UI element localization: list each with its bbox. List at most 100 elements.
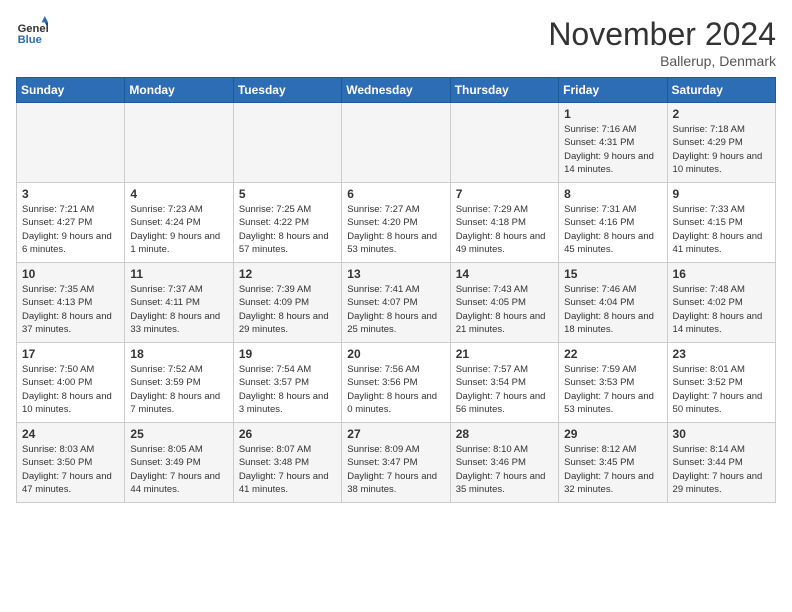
calendar-cell bbox=[125, 103, 233, 183]
calendar-cell bbox=[17, 103, 125, 183]
calendar-week-row: 10 Sunrise: 7:35 AMSunset: 4:13 PMDayligh… bbox=[17, 263, 776, 343]
day-number: 27 bbox=[347, 427, 444, 441]
calendar-cell: 29 Sunrise: 8:12 AMSunset: 3:45 PMDayligh… bbox=[559, 423, 667, 503]
day-number: 10 bbox=[22, 267, 119, 281]
day-info: Sunrise: 7:35 AMSunset: 4:13 PMDaylight:… bbox=[22, 283, 119, 336]
day-info: Sunrise: 7:37 AMSunset: 4:11 PMDaylight:… bbox=[130, 283, 227, 336]
day-number: 29 bbox=[564, 427, 661, 441]
day-info: Sunrise: 7:46 AMSunset: 4:04 PMDaylight:… bbox=[564, 283, 661, 336]
calendar-cell: 20 Sunrise: 7:56 AMSunset: 3:56 PMDayligh… bbox=[342, 343, 450, 423]
day-info: Sunrise: 8:05 AMSunset: 3:49 PMDaylight:… bbox=[130, 443, 227, 496]
day-info: Sunrise: 8:12 AMSunset: 3:45 PMDaylight:… bbox=[564, 443, 661, 496]
day-number: 17 bbox=[22, 347, 119, 361]
day-info: Sunrise: 7:48 AMSunset: 4:02 PMDaylight:… bbox=[673, 283, 770, 336]
logo: General Blue bbox=[16, 16, 48, 48]
day-info: Sunrise: 7:21 AMSunset: 4:27 PMDaylight:… bbox=[22, 203, 119, 256]
calendar-cell: 12 Sunrise: 7:39 AMSunset: 4:09 PMDayligh… bbox=[233, 263, 341, 343]
day-number: 21 bbox=[456, 347, 553, 361]
calendar-cell: 26 Sunrise: 8:07 AMSunset: 3:48 PMDayligh… bbox=[233, 423, 341, 503]
day-info: Sunrise: 8:01 AMSunset: 3:52 PMDaylight:… bbox=[673, 363, 770, 416]
weekday-header: Sunday bbox=[17, 78, 125, 103]
day-info: Sunrise: 7:31 AMSunset: 4:16 PMDaylight:… bbox=[564, 203, 661, 256]
day-info: Sunrise: 7:59 AMSunset: 3:53 PMDaylight:… bbox=[564, 363, 661, 416]
calendar-cell: 3 Sunrise: 7:21 AMSunset: 4:27 PMDaylight… bbox=[17, 183, 125, 263]
day-info: Sunrise: 8:09 AMSunset: 3:47 PMDaylight:… bbox=[347, 443, 444, 496]
day-number: 19 bbox=[239, 347, 336, 361]
day-info: Sunrise: 7:39 AMSunset: 4:09 PMDaylight:… bbox=[239, 283, 336, 336]
day-number: 30 bbox=[673, 427, 770, 441]
day-number: 2 bbox=[673, 107, 770, 121]
day-info: Sunrise: 7:50 AMSunset: 4:00 PMDaylight:… bbox=[22, 363, 119, 416]
day-number: 7 bbox=[456, 187, 553, 201]
calendar-week-row: 24Sunrise: 8:03 AMSunset: 3:50 PMDayligh… bbox=[17, 423, 776, 503]
calendar-cell: 11 Sunrise: 7:37 AMSunset: 4:11 PMDayligh… bbox=[125, 263, 233, 343]
day-number: 25 bbox=[130, 427, 227, 441]
day-number: 9 bbox=[673, 187, 770, 201]
day-number: 26 bbox=[239, 427, 336, 441]
day-number: 20 bbox=[347, 347, 444, 361]
calendar-cell: 14 Sunrise: 7:43 AMSunset: 4:05 PMDayligh… bbox=[450, 263, 558, 343]
svg-text:General: General bbox=[18, 23, 48, 35]
day-number: 12 bbox=[239, 267, 336, 281]
day-info: Sunrise: 7:18 AMSunset: 4:29 PMDaylight:… bbox=[673, 123, 770, 176]
day-number: 6 bbox=[347, 187, 444, 201]
day-number: 3 bbox=[22, 187, 119, 201]
weekday-header: Monday bbox=[125, 78, 233, 103]
calendar-cell: 7 Sunrise: 7:29 AMSunset: 4:18 PMDaylight… bbox=[450, 183, 558, 263]
calendar-cell: 17 Sunrise: 7:50 AMSunset: 4:00 PMDayligh… bbox=[17, 343, 125, 423]
calendar-week-row: 3 Sunrise: 7:21 AMSunset: 4:27 PMDaylight… bbox=[17, 183, 776, 263]
calendar-cell: 30 Sunrise: 8:14 AMSunset: 3:44 PMDayligh… bbox=[667, 423, 775, 503]
day-info: Sunrise: 7:33 AMSunset: 4:15 PMDaylight:… bbox=[673, 203, 770, 256]
calendar-cell: 28 Sunrise: 8:10 AMSunset: 3:46 PMDayligh… bbox=[450, 423, 558, 503]
day-info: Sunrise: 7:56 AMSunset: 3:56 PMDaylight:… bbox=[347, 363, 444, 416]
weekday-header: Thursday bbox=[450, 78, 558, 103]
calendar-cell: 25 Sunrise: 8:05 AMSunset: 3:49 PMDayligh… bbox=[125, 423, 233, 503]
day-info: Sunrise: 8:07 AMSunset: 3:48 PMDaylight:… bbox=[239, 443, 336, 496]
calendar-cell: 21 Sunrise: 7:57 AMSunset: 3:54 PMDayligh… bbox=[450, 343, 558, 423]
weekday-header: Tuesday bbox=[233, 78, 341, 103]
calendar-cell: 6 Sunrise: 7:27 AMSunset: 4:20 PMDaylight… bbox=[342, 183, 450, 263]
day-info: Sunrise: 8:14 AMSunset: 3:44 PMDaylight:… bbox=[673, 443, 770, 496]
day-info: Sunrise: 8:10 AMSunset: 3:46 PMDaylight:… bbox=[456, 443, 553, 496]
day-info: Sunrise: 7:52 AMSunset: 3:59 PMDaylight:… bbox=[130, 363, 227, 416]
day-info: Sunrise: 7:43 AMSunset: 4:05 PMDaylight:… bbox=[456, 283, 553, 336]
title-block: November 2024 Ballerup, Denmark bbox=[548, 16, 776, 69]
calendar-cell: 2 Sunrise: 7:18 AMSunset: 4:29 PMDaylight… bbox=[667, 103, 775, 183]
calendar-cell bbox=[342, 103, 450, 183]
calendar-cell: 16 Sunrise: 7:48 AMSunset: 4:02 PMDayligh… bbox=[667, 263, 775, 343]
weekday-header: Wednesday bbox=[342, 78, 450, 103]
day-number: 13 bbox=[347, 267, 444, 281]
calendar-cell: 8Sunrise: 7:31 AMSunset: 4:16 PMDaylight… bbox=[559, 183, 667, 263]
calendar-cell: 27 Sunrise: 8:09 AMSunset: 3:47 PMDayligh… bbox=[342, 423, 450, 503]
calendar-week-row: 17 Sunrise: 7:50 AMSunset: 4:00 PMDayligh… bbox=[17, 343, 776, 423]
day-number: 16 bbox=[673, 267, 770, 281]
calendar-cell: 13Sunrise: 7:41 AMSunset: 4:07 PMDayligh… bbox=[342, 263, 450, 343]
calendar-cell: 23 Sunrise: 8:01 AMSunset: 3:52 PMDayligh… bbox=[667, 343, 775, 423]
day-number: 14 bbox=[456, 267, 553, 281]
weekday-header: Friday bbox=[559, 78, 667, 103]
calendar-cell: 24Sunrise: 8:03 AMSunset: 3:50 PMDayligh… bbox=[17, 423, 125, 503]
day-info: Sunrise: 7:54 AMSunset: 3:57 PMDaylight:… bbox=[239, 363, 336, 416]
day-info: Sunrise: 7:16 AMSunset: 4:31 PMDaylight:… bbox=[564, 123, 661, 176]
svg-text:Blue: Blue bbox=[18, 34, 42, 46]
calendar-cell: 4Sunrise: 7:23 AMSunset: 4:24 PMDaylight… bbox=[125, 183, 233, 263]
calendar-week-row: 1Sunrise: 7:16 AMSunset: 4:31 PMDaylight… bbox=[17, 103, 776, 183]
calendar-cell: 9 Sunrise: 7:33 AMSunset: 4:15 PMDaylight… bbox=[667, 183, 775, 263]
day-info: Sunrise: 7:25 AMSunset: 4:22 PMDaylight:… bbox=[239, 203, 336, 256]
day-number: 28 bbox=[456, 427, 553, 441]
calendar-cell: 19 Sunrise: 7:54 AMSunset: 3:57 PMDayligh… bbox=[233, 343, 341, 423]
calendar-subtitle: Ballerup, Denmark bbox=[548, 53, 776, 69]
day-number: 22 bbox=[564, 347, 661, 361]
day-number: 5 bbox=[239, 187, 336, 201]
page-header: General Blue November 2024 Ballerup, Den… bbox=[16, 16, 776, 69]
day-number: 23 bbox=[673, 347, 770, 361]
calendar-header: SundayMondayTuesdayWednesdayThursdayFrid… bbox=[17, 78, 776, 103]
day-number: 11 bbox=[130, 267, 227, 281]
day-info: Sunrise: 7:27 AMSunset: 4:20 PMDaylight:… bbox=[347, 203, 444, 256]
calendar-cell: 18Sunrise: 7:52 AMSunset: 3:59 PMDayligh… bbox=[125, 343, 233, 423]
day-info: Sunrise: 8:03 AMSunset: 3:50 PMDaylight:… bbox=[22, 443, 119, 496]
day-info: Sunrise: 7:57 AMSunset: 3:54 PMDaylight:… bbox=[456, 363, 553, 416]
day-info: Sunrise: 7:29 AMSunset: 4:18 PMDaylight:… bbox=[456, 203, 553, 256]
calendar-cell: 5 Sunrise: 7:25 AMSunset: 4:22 PMDaylight… bbox=[233, 183, 341, 263]
calendar-cell: 22 Sunrise: 7:59 AMSunset: 3:53 PMDayligh… bbox=[559, 343, 667, 423]
